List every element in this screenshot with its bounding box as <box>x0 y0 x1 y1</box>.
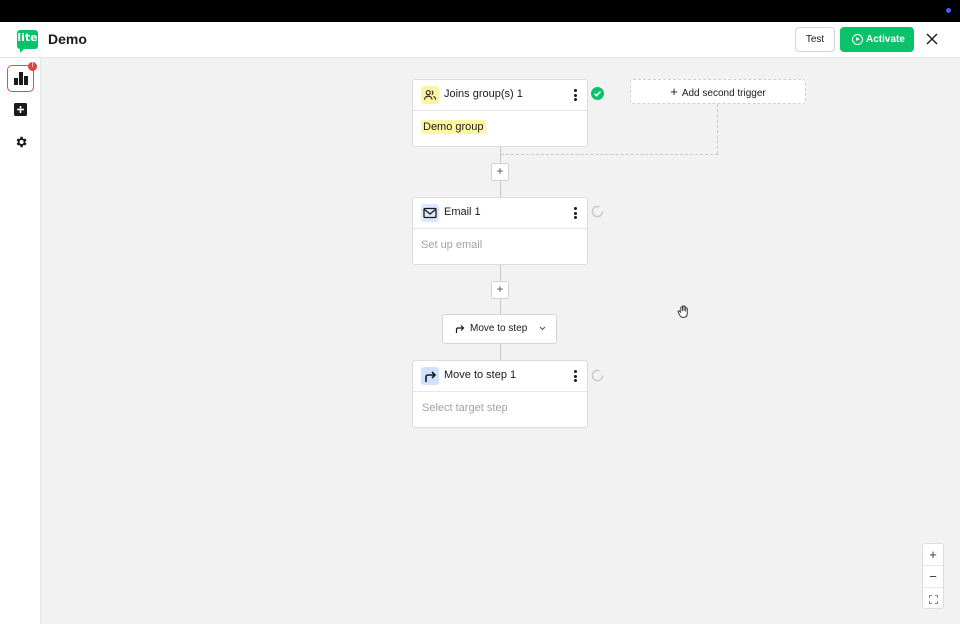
header: lite Demo Test Activate <box>0 22 960 58</box>
redirect-arrow-icon <box>455 325 465 333</box>
node-header: Email 1 <box>413 198 587 229</box>
activate-label: Activate <box>866 34 905 45</box>
fit-screen-icon <box>928 594 938 604</box>
gear-icon <box>16 136 27 147</box>
app-logo: lite <box>17 30 38 53</box>
chevron-down-icon <box>539 326 546 331</box>
sidebar-item-settings[interactable] <box>7 128 34 155</box>
test-button[interactable]: Test <box>795 27 835 52</box>
trigger-group-value: Demo group <box>421 120 486 134</box>
check-circle-icon <box>591 87 604 100</box>
activate-button[interactable]: Activate <box>840 27 914 52</box>
more-options-icon[interactable] <box>573 89 577 101</box>
node-header: Joins group(s) 1 <box>413 80 587 111</box>
zoom-controls: + − <box>922 543 944 609</box>
zoom-in-button[interactable]: + <box>923 544 943 566</box>
bar-chart-icon <box>13 72 28 85</box>
connector-line <box>500 264 501 360</box>
status-dot <box>946 8 951 13</box>
more-options-icon[interactable] <box>573 207 577 219</box>
plus-icon: + <box>670 84 678 99</box>
move-step-placeholder: Select target step <box>422 402 508 414</box>
move-to-step-label: Move to step <box>470 323 528 334</box>
trigger-connector-dashed <box>501 154 718 155</box>
node-title: Move to step 1 <box>444 369 517 381</box>
move-to-step-node[interactable]: Move to step 1 Select target step <box>412 360 588 428</box>
trigger-node[interactable]: Joins group(s) 1 Demo group <box>412 79 588 147</box>
users-icon <box>421 86 439 104</box>
play-circle-icon <box>852 34 863 45</box>
add-step-button[interactable]: + <box>491 281 509 299</box>
mail-icon <box>421 204 439 222</box>
grab-hand-icon <box>677 305 688 318</box>
close-icon[interactable] <box>924 31 940 47</box>
node-title: Joins group(s) 1 <box>444 88 523 100</box>
add-second-trigger-button[interactable]: + Add second trigger <box>630 79 806 104</box>
more-options-icon[interactable] <box>573 370 577 382</box>
page-title: Demo <box>48 31 87 47</box>
zoom-out-button[interactable]: − <box>923 566 943 588</box>
move-to-step-button[interactable]: Move to step <box>442 314 557 344</box>
node-title: Email 1 <box>444 206 481 218</box>
plus-square-icon <box>14 103 27 116</box>
sidebar-item-add[interactable] <box>7 96 34 123</box>
os-top-bar <box>0 0 960 22</box>
loading-spinner-icon <box>591 205 604 218</box>
add-trigger-label: Add second trigger <box>681 88 766 99</box>
loading-spinner-icon <box>591 369 604 382</box>
email-node[interactable]: Email 1 Set up email <box>412 197 588 265</box>
workflow-canvas[interactable]: Joins group(s) 1 Demo group + Add second … <box>41 58 960 624</box>
sidebar-item-reports[interactable]: ! <box>7 62 37 92</box>
redirect-arrow-icon <box>421 367 439 385</box>
node-header: Move to step 1 <box>413 361 587 392</box>
add-step-button[interactable]: + <box>491 163 509 181</box>
trigger-connector-dashed <box>717 104 718 154</box>
sidebar: ! <box>0 58 41 624</box>
email-placeholder: Set up email <box>421 239 483 251</box>
notification-badge: ! <box>28 62 37 71</box>
fit-view-button[interactable] <box>923 588 943 610</box>
